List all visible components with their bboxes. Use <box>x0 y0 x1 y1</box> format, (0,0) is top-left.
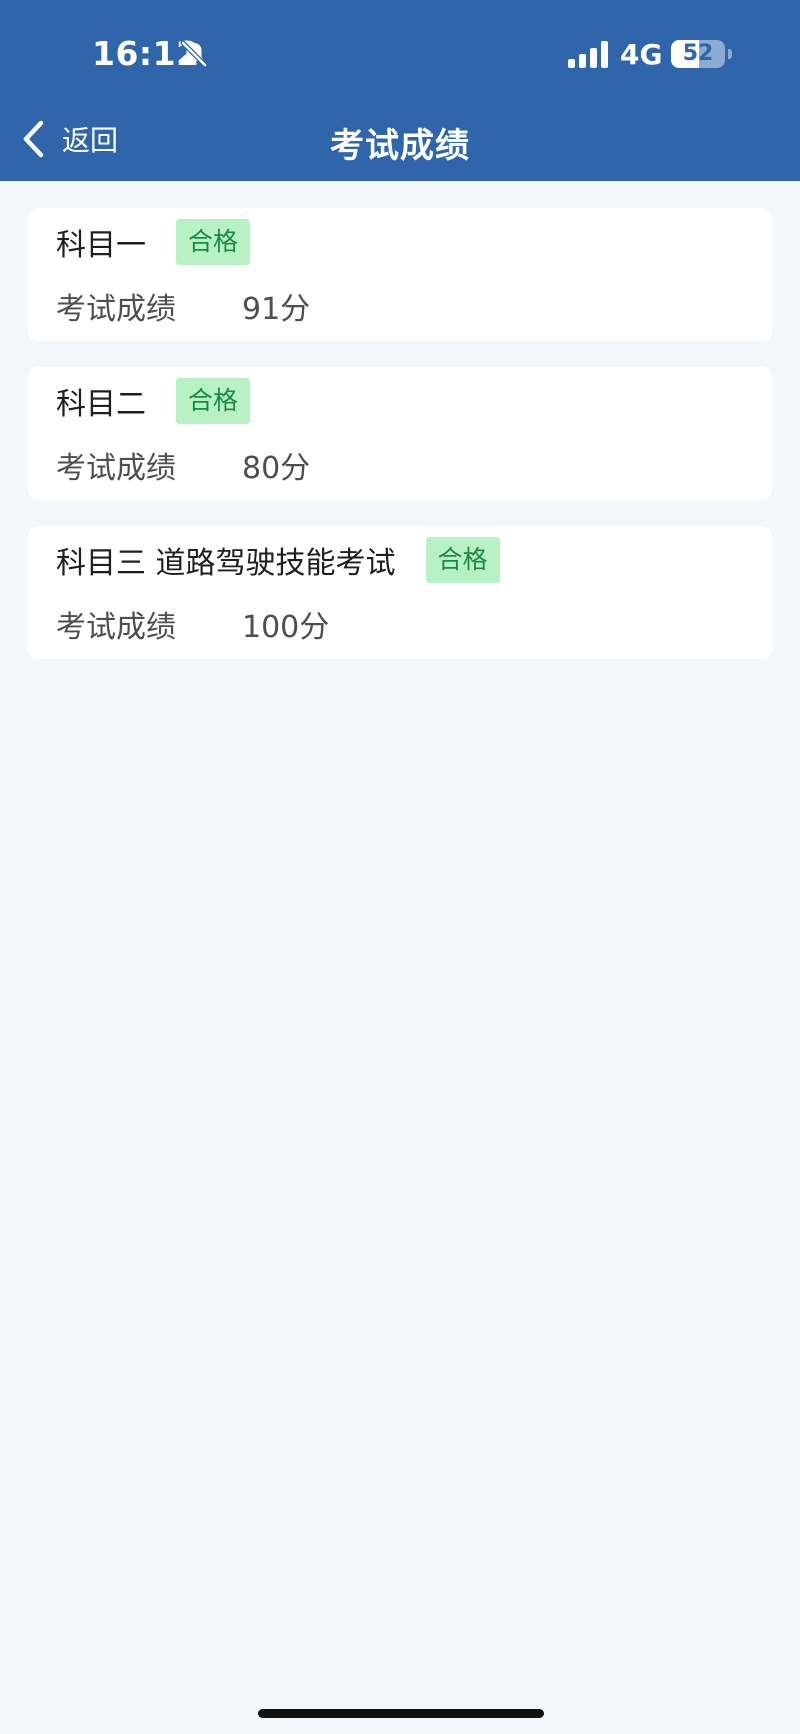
app-header: 16:12 4G 52 返回 考试成绩 <box>0 0 800 181</box>
battery-cap <box>728 49 732 59</box>
status-bar: 16:12 4G 52 <box>0 0 800 100</box>
results-list: 科目一 合格 考试成绩 91分 科目二 合格 考试成绩 80分 科目三 道路驾驶… <box>28 208 772 685</box>
score-value: 80分 <box>242 451 311 486</box>
status-badge: 合格 <box>176 378 251 424</box>
score-label: 考试成绩 <box>56 610 176 645</box>
battery-icon: 52 <box>671 40 725 68</box>
card-header: 科目二 合格 <box>56 378 251 424</box>
home-indicator[interactable] <box>258 1709 544 1718</box>
result-card-subject-3: 科目三 道路驾驶技能考试 合格 考试成绩 100分 <box>28 526 772 659</box>
network-type: 4G <box>620 38 663 71</box>
bell-slash-icon <box>180 40 208 68</box>
battery-percent: 52 <box>682 41 714 66</box>
nav-bar: 返回 考试成绩 <box>0 100 800 181</box>
score-value: 100分 <box>242 610 330 645</box>
card-header: 科目三 道路驾驶技能考试 合格 <box>56 537 500 583</box>
subject-name: 科目三 道路驾驶技能考试 <box>56 546 396 581</box>
score-row: 考试成绩 100分 <box>56 604 330 645</box>
status-badge: 合格 <box>176 219 251 265</box>
result-card-subject-2: 科目二 合格 考试成绩 80分 <box>28 367 772 500</box>
page-title: 考试成绩 <box>330 126 470 166</box>
card-header: 科目一 合格 <box>56 219 251 265</box>
score-label: 考试成绩 <box>56 451 176 486</box>
score-row: 考试成绩 91分 <box>56 286 311 327</box>
score-value: 91分 <box>242 292 311 327</box>
result-card-subject-1: 科目一 合格 考试成绩 91分 <box>28 208 772 341</box>
subject-name: 科目一 <box>56 228 146 263</box>
status-badge: 合格 <box>425 537 500 583</box>
signal-icon <box>568 41 608 68</box>
subject-name: 科目二 <box>56 387 146 422</box>
score-label: 考试成绩 <box>56 292 176 327</box>
score-row: 考试成绩 80分 <box>56 445 311 486</box>
